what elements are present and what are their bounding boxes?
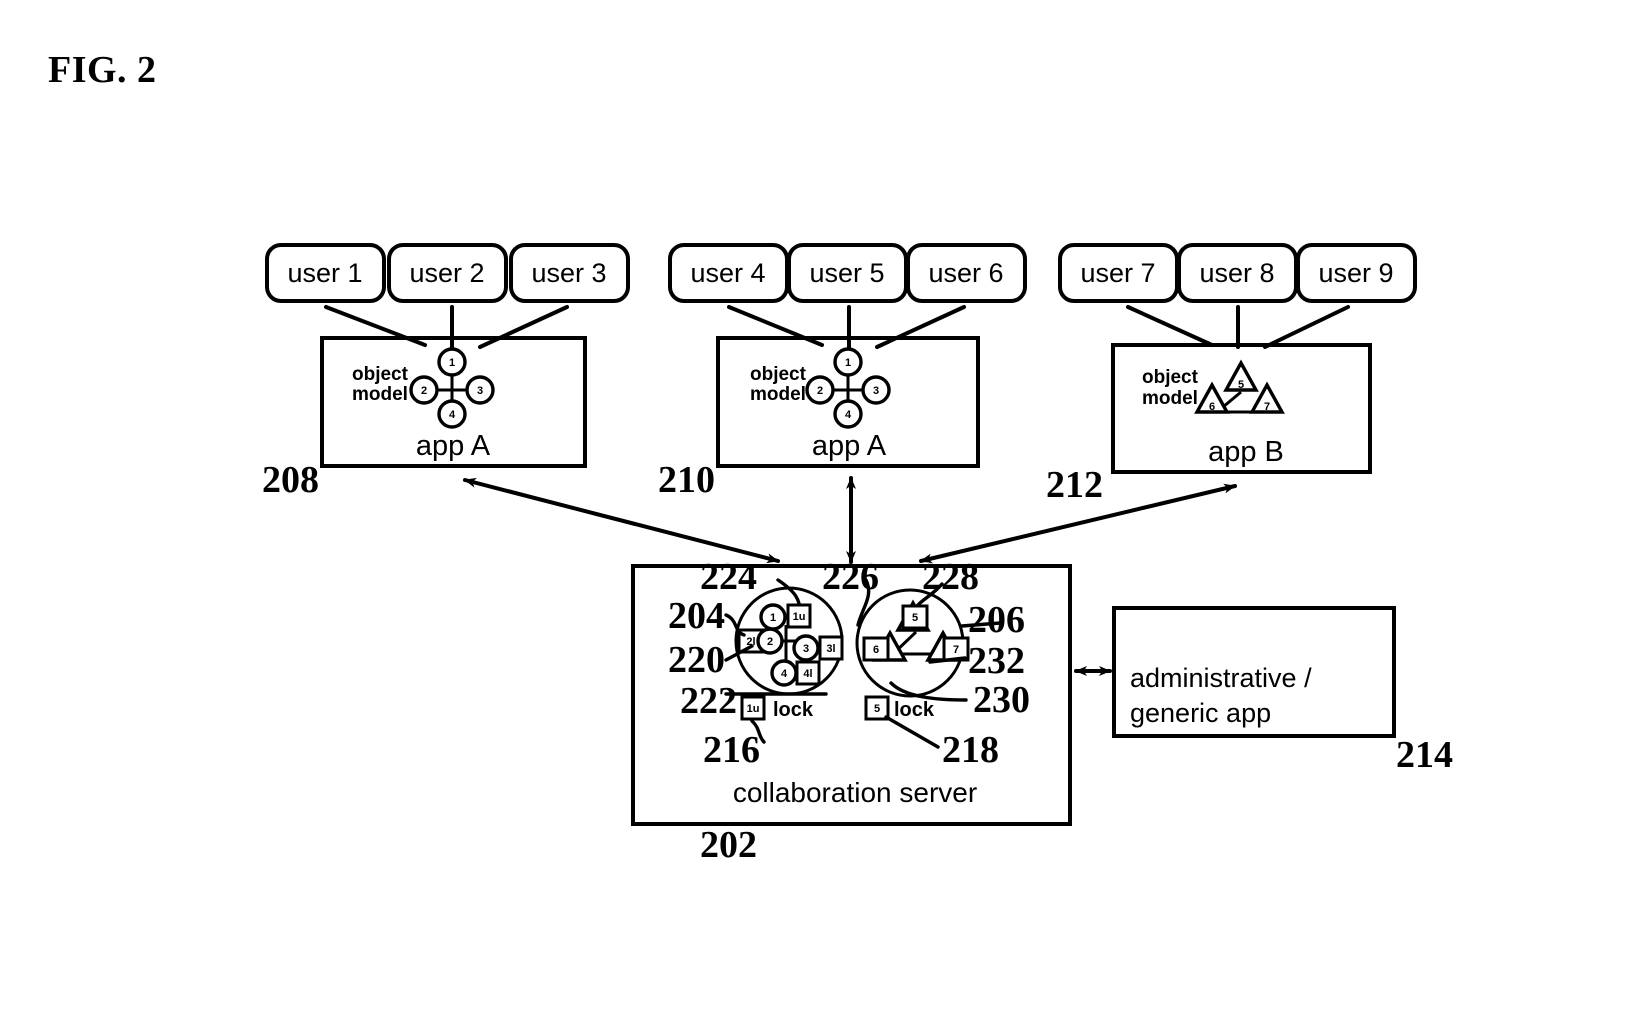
lock-legend-label: lock bbox=[773, 699, 814, 721]
node-number: 5 bbox=[912, 612, 918, 624]
node-number: 7 bbox=[1264, 401, 1270, 413]
reference-number-216: 216 bbox=[703, 729, 760, 771]
reference-number-228: 228 bbox=[922, 556, 979, 598]
node-number: 1 bbox=[845, 357, 851, 369]
node-number: 2 bbox=[421, 385, 427, 397]
node-number: 2 bbox=[817, 385, 823, 397]
admin-app-label-line2: generic app bbox=[1130, 698, 1271, 728]
user-box-user-5[interactable]: user 5 bbox=[787, 243, 908, 303]
user-box-label: user 3 bbox=[531, 258, 606, 288]
node-number: 7 bbox=[953, 644, 959, 656]
connector-user7-appB bbox=[1126, 305, 1214, 347]
reference-number-202: 202 bbox=[700, 824, 757, 866]
user-box-user-4[interactable]: user 4 bbox=[668, 243, 789, 303]
app-box-right[interactable]: object model 5 6 7 app B bbox=[1111, 343, 1372, 474]
reference-number-204: 204 bbox=[668, 595, 725, 637]
patent-diagram: user 1 user 2 user 3 user 4 user 5 user … bbox=[262, 243, 1453, 866]
user-box-label: user 4 bbox=[690, 258, 765, 288]
server-object-group-left[interactable]: 1 1u 2l 2 3 3l 4 4l bbox=[734, 586, 844, 696]
admin-generic-app-box[interactable]: administrative / generic app bbox=[1112, 606, 1396, 738]
user-box-label: user 2 bbox=[409, 258, 484, 288]
app-name-label: app B bbox=[1208, 436, 1284, 468]
reference-number-214: 214 bbox=[1396, 734, 1453, 776]
reference-number-208: 208 bbox=[262, 459, 319, 501]
reference-number-220: 220 bbox=[668, 639, 725, 681]
user-box-user-2[interactable]: user 2 bbox=[387, 243, 508, 303]
object-model-label-line2: model bbox=[750, 384, 806, 405]
lock-number: 1u bbox=[747, 703, 760, 715]
lock-number: 1u bbox=[793, 611, 806, 623]
object-model-label-line1: object bbox=[750, 364, 807, 385]
object-model-label-line1: object bbox=[1142, 367, 1199, 388]
node-number: 4 bbox=[845, 409, 852, 421]
node-number: 1 bbox=[449, 357, 455, 369]
reference-number-222: 222 bbox=[680, 680, 737, 722]
node-number: 3 bbox=[873, 385, 879, 397]
node-number: 5 bbox=[1238, 379, 1244, 391]
app-name-label: app A bbox=[812, 430, 887, 462]
reference-number-232: 232 bbox=[968, 640, 1025, 682]
leader-218 bbox=[884, 715, 940, 749]
figure-page: FIG. 2 user 1 user 2 user 3 user 4 user … bbox=[0, 0, 1643, 1026]
connector-user6-appA bbox=[875, 305, 966, 349]
admin-app-label-line1: administrative / bbox=[1130, 663, 1312, 693]
user-box-label: user 8 bbox=[1199, 258, 1274, 288]
reference-number-206: 206 bbox=[968, 599, 1025, 641]
server-object-group-right[interactable]: 5 6 7 bbox=[855, 588, 970, 698]
collaboration-server-label: collaboration server bbox=[733, 777, 977, 808]
user-box-user-9[interactable]: user 9 bbox=[1296, 243, 1417, 303]
object-model-circle-cross-icon: 1 2 3 4 bbox=[409, 347, 495, 429]
user-box-user-7[interactable]: user 7 bbox=[1058, 243, 1179, 303]
object-model-label-line2: model bbox=[1142, 388, 1198, 409]
reference-number-224: 224 bbox=[700, 556, 757, 598]
object-model-circle-cross-icon: 1 2 3 4 bbox=[805, 347, 891, 429]
node-number: 1 bbox=[770, 612, 776, 624]
node-number: 2 bbox=[767, 636, 773, 648]
node-number: 4 bbox=[781, 668, 788, 680]
lock-number: 5 bbox=[874, 703, 880, 715]
user-box-label: user 7 bbox=[1080, 258, 1155, 288]
user-box-user-8[interactable]: user 8 bbox=[1177, 243, 1298, 303]
user-box-label: user 9 bbox=[1318, 258, 1393, 288]
arrow-appA-left-to-server bbox=[463, 477, 780, 564]
user-box-user-3[interactable]: user 3 bbox=[509, 243, 630, 303]
reference-number-218: 218 bbox=[942, 729, 999, 771]
lock-number: 3l bbox=[826, 643, 835, 655]
node-number: 4 bbox=[449, 409, 456, 421]
app-name-label: app A bbox=[416, 430, 491, 462]
reference-number-212: 212 bbox=[1046, 464, 1103, 506]
node-number: 3 bbox=[803, 643, 809, 655]
user-box-user-6[interactable]: user 6 bbox=[906, 243, 1027, 303]
user-box-label: user 6 bbox=[928, 258, 1003, 288]
reference-number-230: 230 bbox=[973, 679, 1030, 721]
object-model-label-line2: model bbox=[352, 384, 408, 405]
lock-number: 4l bbox=[803, 668, 812, 680]
app-box-left[interactable]: object model 1 2 3 4 app A bbox=[320, 336, 587, 468]
reference-number-226: 226 bbox=[822, 556, 879, 598]
reference-number-210: 210 bbox=[658, 459, 715, 501]
user-box-user-1[interactable]: user 1 bbox=[265, 243, 386, 303]
node-number: 3 bbox=[477, 385, 483, 397]
connector-user3-appA bbox=[478, 305, 569, 349]
user-box-label: user 5 bbox=[809, 258, 884, 288]
connector-user9-appB bbox=[1263, 305, 1350, 349]
app-box-middle[interactable]: object model 1 2 3 4 app A bbox=[716, 336, 980, 468]
node-number: 6 bbox=[873, 644, 879, 656]
legend-lock-right: 5 lock bbox=[864, 695, 935, 721]
lock-legend-label: lock bbox=[894, 699, 935, 721]
legend-lock-left: 1u lock bbox=[740, 695, 814, 721]
user-box-label: user 1 bbox=[287, 258, 362, 288]
object-model-triangle-triad-icon: 5 6 7 bbox=[1194, 359, 1285, 414]
object-model-label-line1: object bbox=[352, 364, 409, 385]
node-number: 6 bbox=[1209, 401, 1215, 413]
